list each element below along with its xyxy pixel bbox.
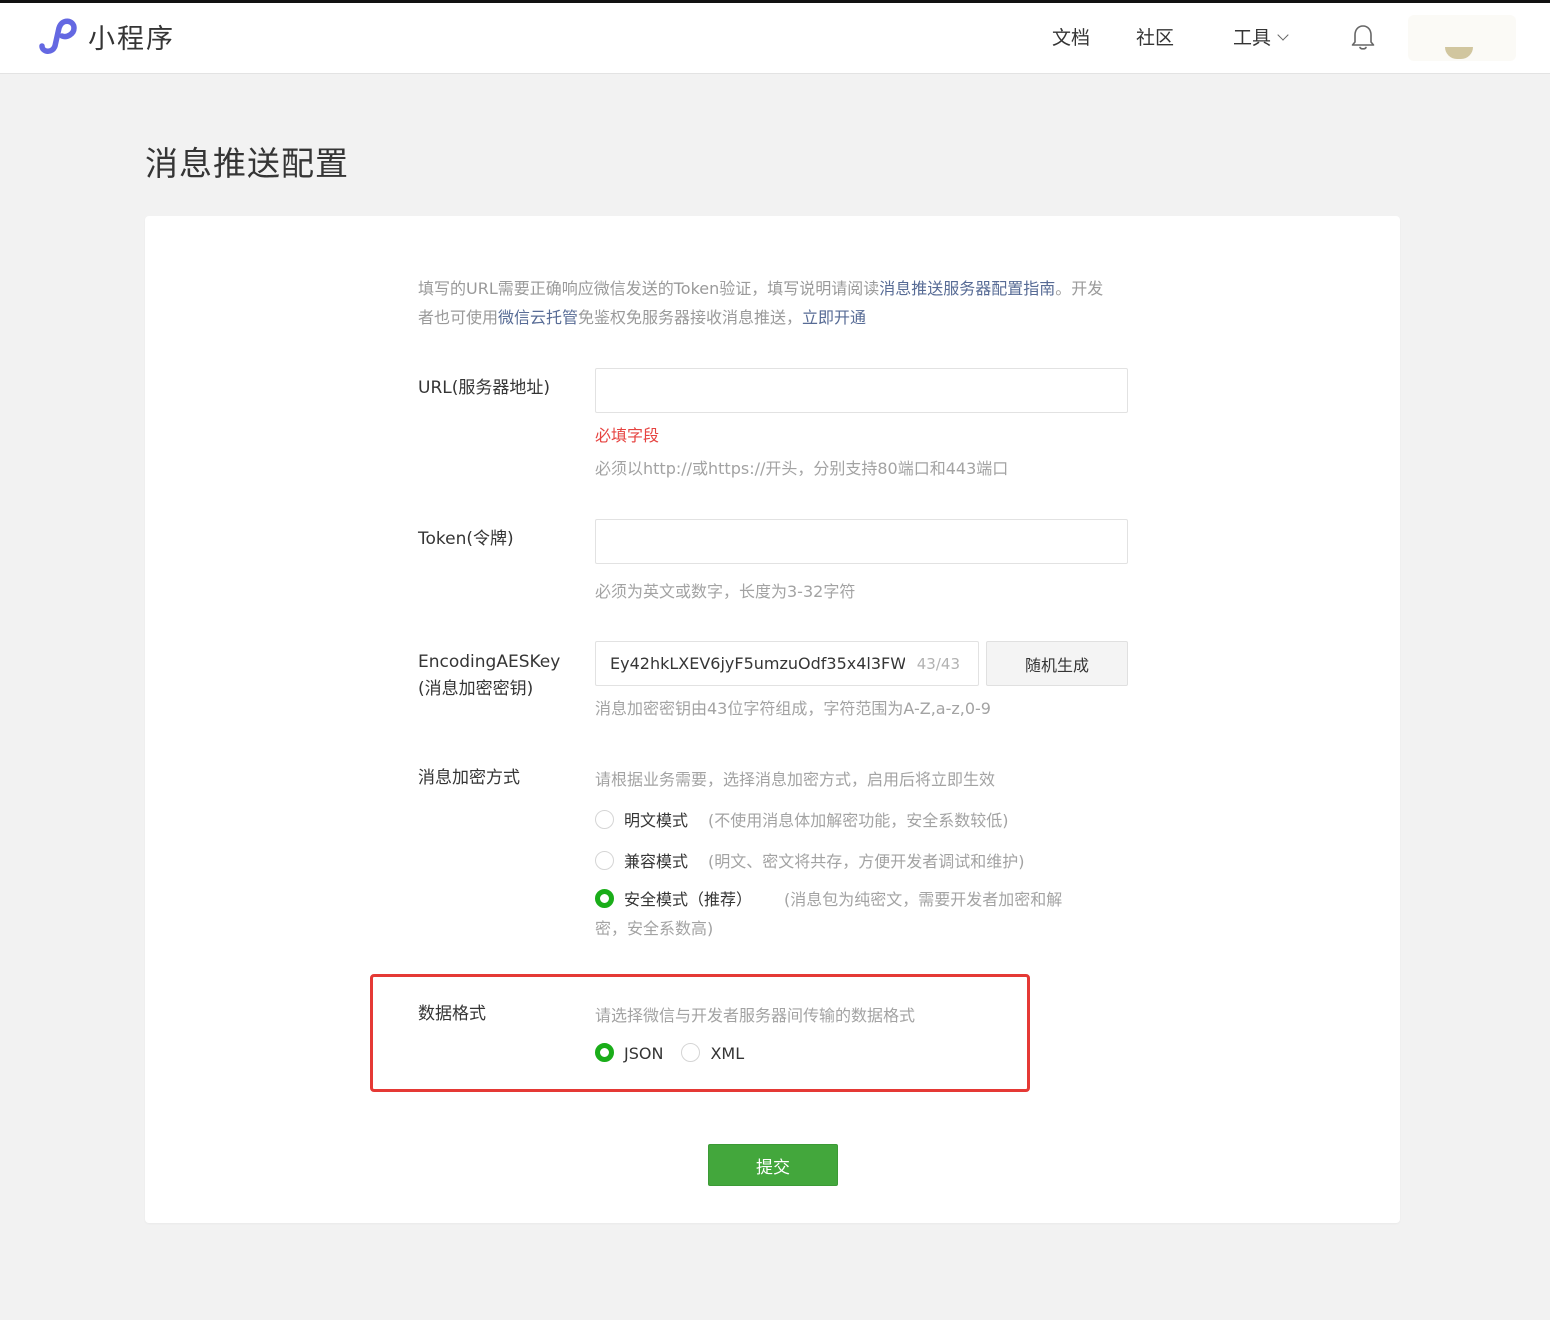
encryption-option-compatible[interactable]: 兼容模式 (明文、密文将共存，方便开发者调试和维护) bbox=[595, 848, 1025, 872]
option-plaintext-label: 明文模式 bbox=[624, 811, 689, 830]
nav-community-link[interactable]: 社区 bbox=[1136, 23, 1174, 50]
top-navbar: 小程序 文档 社区 工具 bbox=[0, 3, 1550, 74]
miniprogram-logo-icon[interactable] bbox=[36, 16, 78, 56]
bell-icon[interactable] bbox=[1350, 23, 1376, 51]
option-secure-label: 安全模式（推荐） bbox=[624, 890, 753, 909]
aes-key-input[interactable]: Ey42hkLXEV6jyF5umzuOdf35x4l3FW 43/43 bbox=[595, 641, 979, 686]
user-avatar[interactable] bbox=[1408, 15, 1516, 61]
token-hint: 必须为英文或数字，长度为3-32字符 bbox=[595, 582, 856, 601]
option-compatible-label: 兼容模式 bbox=[624, 852, 689, 871]
aes-key-hint: 消息加密密钥由43位字符组成，字符范围为A-Z,a-z,0-9 bbox=[595, 699, 991, 718]
submit-button[interactable]: 提交 bbox=[708, 1144, 838, 1186]
option-xml-label: XML bbox=[710, 1044, 745, 1063]
aes-key-label-line2: (消息加密密钥) bbox=[418, 679, 534, 699]
radio-xml[interactable] bbox=[681, 1043, 701, 1062]
encryption-option-plaintext[interactable]: 明文模式 (不使用消息体加解密功能，安全系数较低) bbox=[595, 807, 1009, 831]
data-format-label: 数据格式 bbox=[418, 1004, 486, 1024]
option-secure-desc: (消息包为纯密文，需要开发者加密和解 bbox=[784, 890, 1063, 909]
option-json-label: JSON bbox=[624, 1044, 664, 1063]
radio-compatible[interactable] bbox=[595, 851, 614, 870]
aes-key-char-count: 43/43 bbox=[916, 655, 960, 673]
url-label: URL(服务器地址) bbox=[418, 378, 550, 398]
app-name[interactable]: 小程序 bbox=[88, 17, 175, 56]
url-required-error: 必填字段 bbox=[595, 426, 660, 445]
chevron-down-icon bbox=[1277, 29, 1289, 41]
data-format-option-json[interactable]: JSON bbox=[595, 1043, 664, 1063]
intro-text: 填写的URL需要正确响应微信发送的Token验证，填写说明请阅读消息推送服务器配… bbox=[418, 274, 1118, 332]
data-format-hint: 请选择微信与开发者服务器间传输的数据格式 bbox=[595, 1006, 916, 1025]
cloud-hosting-link[interactable]: 微信云托管 bbox=[498, 308, 578, 327]
server-config-guide-link[interactable]: 消息推送服务器配置指南 bbox=[879, 279, 1055, 298]
option-compatible-desc: (明文、密文将共存，方便开发者调试和维护) bbox=[708, 852, 1025, 871]
data-format-option-xml[interactable]: XML bbox=[681, 1043, 745, 1063]
intro-text-part1: 填写的URL需要正确响应微信发送的Token验证，填写说明请阅读 bbox=[418, 279, 880, 298]
token-input[interactable] bbox=[595, 519, 1128, 564]
activate-now-link[interactable]: 立即开通 bbox=[802, 308, 866, 327]
url-hint: 必须以http://或https://开头，分别支持80端口和443端口 bbox=[595, 459, 1009, 478]
token-label: Token(令牌) bbox=[418, 529, 514, 549]
nav-tools-label: 工具 bbox=[1233, 27, 1272, 49]
encryption-label: 消息加密方式 bbox=[418, 768, 520, 788]
url-input[interactable] bbox=[595, 368, 1128, 413]
radio-json[interactable] bbox=[595, 1043, 614, 1062]
aes-key-value[interactable]: Ey42hkLXEV6jyF5umzuOdf35x4l3FW bbox=[610, 654, 905, 673]
config-form-card: 填写的URL需要正确响应微信发送的Token验证，填写说明请阅读消息推送服务器配… bbox=[145, 216, 1400, 1223]
nav-tools-dropdown[interactable]: 工具 bbox=[1233, 23, 1289, 50]
page-title: 消息推送配置 bbox=[145, 144, 349, 183]
avatar-image bbox=[1445, 47, 1473, 59]
data-format-highlight-box bbox=[370, 974, 1030, 1092]
data-format-options: JSON XML bbox=[595, 1043, 745, 1064]
nav-docs-link[interactable]: 文档 bbox=[1052, 23, 1090, 50]
encryption-hint: 请根据业务需要，选择消息加密方式，启用后将立即生效 bbox=[595, 770, 996, 789]
generate-key-button[interactable]: 随机生成 bbox=[986, 641, 1128, 686]
option-secure-desc-cont: 密，安全系数高) bbox=[595, 919, 714, 938]
option-plaintext-desc: (不使用消息体加解密功能，安全系数较低) bbox=[708, 811, 1009, 830]
encryption-option-secure[interactable]: 安全模式（推荐） (消息包为纯密文，需要开发者加密和解密，安全系数高) bbox=[595, 885, 1115, 943]
aes-key-label: EncodingAESKey (消息加密密钥) bbox=[418, 649, 560, 703]
intro-text-part3: 免鉴权免服务器接收消息推送， bbox=[578, 308, 803, 327]
radio-secure[interactable] bbox=[595, 889, 614, 908]
aes-key-label-line1: EncodingAESKey bbox=[418, 652, 561, 672]
radio-plaintext[interactable] bbox=[595, 810, 614, 829]
